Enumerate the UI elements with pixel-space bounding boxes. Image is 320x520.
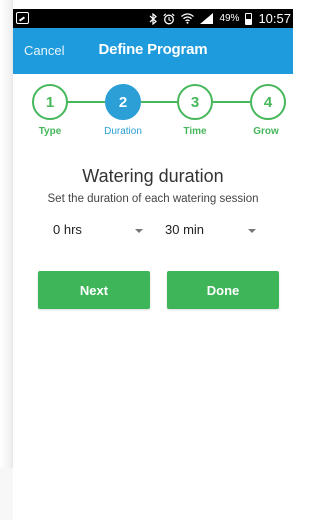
step-3-label: Time	[183, 126, 207, 137]
step-1-circle[interactable]: 1	[32, 84, 68, 120]
hours-select[interactable]: 0 hrs	[53, 219, 143, 241]
status-icons: 49% 10:57	[149, 9, 293, 28]
wifi-icon	[181, 13, 195, 24]
hours-select-value: 0 hrs	[53, 222, 82, 237]
step-connector	[68, 101, 105, 103]
battery-percent: 49%	[219, 13, 240, 24]
step-connector	[213, 101, 250, 103]
step-4-label: Grow	[253, 126, 279, 137]
bluetooth-icon	[149, 12, 158, 25]
left-edge-shadow	[0, 0, 13, 520]
step-2-label: Duration	[104, 126, 142, 137]
progress-stepper: 1 2 3 4 Type Duration Time Grow	[13, 84, 293, 144]
clock-time: 10:57	[258, 11, 291, 26]
status-bar: 49% 10:57	[13, 9, 293, 28]
app-bar: Cancel Define Program	[13, 28, 293, 74]
step-2-circle[interactable]: 2	[105, 84, 141, 120]
step-3-circle[interactable]: 3	[177, 84, 213, 120]
alarm-icon	[163, 12, 176, 25]
chevron-down-icon	[248, 229, 256, 233]
minutes-select-value: 30 min	[165, 222, 205, 237]
step-1-label: Type	[38, 126, 62, 137]
device-frame: 49% 10:57 Cancel Define Program 1 2 3 4 …	[0, 0, 293, 520]
minutes-select[interactable]: 30 min	[165, 219, 256, 241]
next-button[interactable]: Next	[38, 271, 150, 309]
signal-icon	[200, 13, 214, 24]
chevron-down-icon	[135, 229, 143, 233]
step-4-circle[interactable]: 4	[250, 84, 286, 120]
app-screen: 49% 10:57 Cancel Define Program 1 2 3 4 …	[13, 9, 293, 520]
notification-icon	[16, 12, 29, 24]
section-subheading: Set the duration of each watering sessio…	[47, 193, 259, 205]
done-button[interactable]: Done	[167, 271, 279, 309]
step-connector	[141, 101, 178, 103]
section-heading: Watering duration	[82, 166, 224, 186]
page-title: Define Program	[98, 41, 208, 58]
battery-icon	[245, 12, 253, 25]
left-edge-bottom	[0, 468, 13, 520]
